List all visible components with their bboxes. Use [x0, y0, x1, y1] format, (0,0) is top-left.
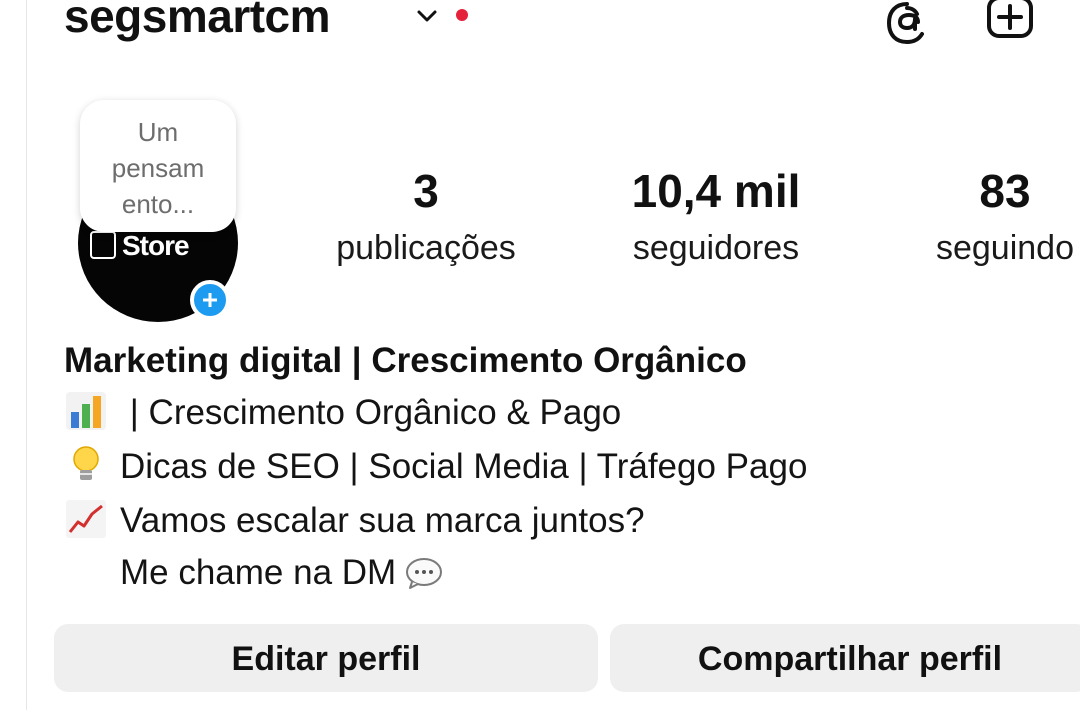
stat-followers[interactable]: 10,4 mil seguidores	[604, 164, 828, 278]
bio-line-text: Dicas de SEO | Social Media | Tráfego Pa…	[120, 447, 808, 486]
avatar-logo-text: Store	[122, 230, 190, 261]
light-bulb-icon	[73, 446, 99, 480]
stat-following[interactable]: 83 seguindo	[920, 164, 1080, 278]
chart-increasing-icon	[66, 500, 106, 538]
bio-line: | Crescimento Orgânico & Pago	[64, 388, 621, 438]
threads-icon[interactable]	[884, 0, 930, 46]
stat-posts-label: publicações	[336, 229, 516, 267]
bio-line-text: | Crescimento Orgânico & Pago	[120, 393, 622, 432]
store-logo-icon	[90, 230, 116, 259]
stat-followers-label: seguidores	[632, 229, 800, 267]
new-post-icon[interactable]	[986, 0, 1034, 40]
note-text: Um	[137, 117, 179, 147]
bar-chart-icon	[66, 392, 106, 430]
add-story-button[interactable]	[190, 280, 230, 320]
left-divider	[26, 0, 27, 710]
stat-following-count: 83	[979, 165, 1031, 217]
bio-name: Marketing digital | Crescimento Orgânico	[64, 341, 747, 380]
note-text: pensam	[111, 153, 205, 183]
stat-posts-count: 3	[413, 165, 439, 217]
stat-followers-count: 10,4 mil	[631, 165, 801, 217]
bio-line-text: Vamos escalar sua marca juntos?	[120, 501, 645, 540]
speech-bubble-icon	[406, 558, 443, 589]
note-bubble[interactable]: Um pensam ento...	[80, 100, 236, 232]
bio-line: Me chame na DM	[120, 548, 444, 598]
bio-line-text: Me chame na DM	[120, 553, 397, 592]
note-text: ento...	[121, 189, 195, 219]
bio-line: Dicas de SEO | Social Media | Tráfego Pa…	[64, 442, 807, 492]
notification-dot	[456, 9, 468, 21]
edit-profile-button[interactable]: Editar perfil	[54, 624, 598, 692]
username[interactable]: segsmartcm	[64, 0, 331, 46]
share-profile-button[interactable]: Compartilhar perfil	[610, 624, 1080, 692]
bio-line: Vamos escalar sua marca juntos?	[64, 496, 645, 546]
stat-following-label: seguindo	[935, 229, 1074, 267]
stat-posts[interactable]: 3 publicações	[316, 164, 536, 278]
chevron-down-icon[interactable]	[416, 8, 438, 24]
avatar-logo: Store	[90, 230, 230, 261]
